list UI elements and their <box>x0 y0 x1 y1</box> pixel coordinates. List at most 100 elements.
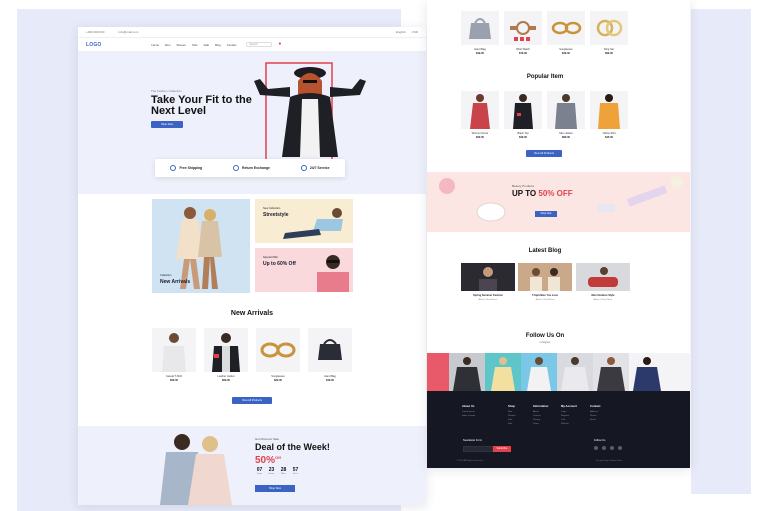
cart-icon[interactable]: ● <box>278 42 283 47</box>
nav-item[interactable]: Contact <box>227 43 237 47</box>
nav-item[interactable]: Sale <box>204 43 210 47</box>
footer-col-contact: Contact Address Phone Email <box>590 404 600 423</box>
product-name: Hand Bag <box>324 375 336 378</box>
promo-shop-button[interactable]: Shop Now <box>535 211 557 217</box>
product-image <box>204 328 248 372</box>
product-image <box>504 11 542 45</box>
pinterest-icon[interactable] <box>618 446 622 450</box>
blog-card[interactable]: Men Outdoor Style Admin | Read More <box>576 263 630 301</box>
product-image <box>590 11 628 45</box>
arrivals-kicker: Collection <box>160 274 172 277</box>
instagram-photo[interactable] <box>557 353 593 391</box>
footer-link[interactable]: Wishlist <box>561 423 577 425</box>
product-name: Men Jacket <box>559 132 573 135</box>
instagram-photo[interactable] <box>665 353 690 391</box>
product-name: Ring Set <box>604 48 614 51</box>
sale-kicker: Special Offer <box>263 256 278 259</box>
twitter-icon[interactable] <box>602 446 606 450</box>
product-card[interactable]: Wrist Watch $79.00 <box>504 11 542 55</box>
banner-sale[interactable]: Special Offer Up to 60% Off <box>255 248 353 292</box>
nav-item[interactable]: Blog <box>215 43 221 47</box>
nav-item[interactable]: Men <box>165 43 170 47</box>
product-name: Sunglasses <box>271 375 285 378</box>
blog-image <box>461 263 515 291</box>
product-card[interactable]: Hand Bag $49.00 <box>308 328 352 382</box>
footer-heading: My Account <box>561 404 577 408</box>
footer-link[interactable]: Register <box>561 415 577 417</box>
instagram-photo[interactable] <box>485 353 521 391</box>
blog-card[interactable]: 5 Sprinkles You Love Admin | Read More <box>518 263 572 301</box>
product-image <box>308 328 352 372</box>
product-card[interactable]: Men Jacket $89.00 <box>547 91 585 139</box>
product-card[interactable]: Black Top $39.00 <box>504 91 542 139</box>
footer-link[interactable]: Sale <box>508 423 516 425</box>
product-image <box>547 11 585 45</box>
footer-link[interactable]: Cart <box>561 419 577 421</box>
nav-item[interactable]: Kids <box>192 43 197 47</box>
product-card[interactable]: Ring Set $99.00 <box>590 11 628 55</box>
banner-new-arrivals[interactable]: Collection New Arrivals <box>152 199 250 293</box>
view-popular-button[interactable]: View All Products <box>526 150 562 157</box>
instagram-photo[interactable] <box>449 353 485 391</box>
newsletter-label: Newsletter Form <box>463 439 483 442</box>
footer-link: Email <box>590 419 596 421</box>
product-card[interactable]: Women Dress $59.00 <box>461 91 499 139</box>
timer-secs: 57 Secs <box>292 467 299 475</box>
instagram-photo[interactable] <box>593 353 629 391</box>
nav-menu: Home Men Women Kids Sale Blog Contact <box>152 43 237 47</box>
product-name: Women Dress <box>471 132 489 135</box>
currency-select[interactable]: USD <box>412 30 418 34</box>
feature-support: 24/7 Service <box>300 165 329 171</box>
search-input[interactable]: Search <box>246 42 273 47</box>
newsletter-email-input[interactable] <box>463 446 493 452</box>
street-title: Streetstyle <box>263 212 289 218</box>
promo-banner[interactable] <box>427 172 690 232</box>
feature-label: Free Shipping <box>179 166 203 170</box>
product-price: $49.00 <box>476 52 484 55</box>
product-price: $29.00 <box>562 52 570 55</box>
instagram-photo[interactable] <box>521 353 557 391</box>
product-card[interactable]: Casual T-Shirt $59.00 <box>152 328 196 382</box>
footer-link[interactable]: Kids <box>508 419 516 421</box>
language-select[interactable]: English <box>396 30 406 34</box>
footer-link[interactable]: Men <box>508 411 516 413</box>
footer-link[interactable]: Privacy <box>533 419 548 421</box>
product-card[interactable]: Sunglasses $29.00 <box>256 328 300 382</box>
background-panel-right <box>691 9 751 494</box>
product-card[interactable]: Hand Bag $49.00 <box>461 11 499 55</box>
nav-item[interactable]: Women <box>176 43 186 47</box>
footer-link[interactable]: Women <box>508 415 516 417</box>
footer-link: Phone <box>590 415 597 417</box>
product-card[interactable]: Yellow Shirt $45.00 <box>590 91 628 139</box>
footer-link[interactable]: About <box>533 411 548 413</box>
nav-item[interactable]: Home <box>152 43 159 47</box>
truck-icon <box>170 165 177 171</box>
timer-mins: 28 Mins <box>280 467 287 475</box>
product-image <box>256 328 300 372</box>
hero-shop-button[interactable]: Shop Now <box>151 121 183 128</box>
site-logo[interactable]: LOGO <box>86 42 102 48</box>
product-name: Black Top <box>517 132 529 135</box>
product-name: Casual T-Shirt <box>165 375 183 378</box>
footer-link[interactable]: Contact <box>533 415 548 417</box>
main-nav: LOGO Home Men Women Kids Sale Blog Conta… <box>78 38 426 52</box>
arrivals-title: New Arrivals <box>160 279 191 285</box>
instagram-photo[interactable] <box>629 353 665 391</box>
deal-shop-button[interactable]: Shop Now <box>255 485 295 492</box>
blog-card[interactable]: Spring Summer Fashion Admin | Read More <box>461 263 515 301</box>
blog-post-title: 5 Sprinkles You Love <box>532 294 558 297</box>
footer-link[interactable]: Login <box>561 411 577 413</box>
product-card[interactable]: Leather Jacket $69.00 <box>204 328 248 382</box>
instagram-photo[interactable] <box>427 353 449 391</box>
banner-streetstyle[interactable]: New Collection Streetstyle <box>255 199 353 243</box>
view-all-products-button[interactable]: View All Products <box>232 397 272 404</box>
facebook-icon[interactable] <box>594 446 598 450</box>
phone-text: +000 000 000 <box>86 30 105 34</box>
product-card[interactable]: Sunglasses $29.00 <box>547 11 585 55</box>
footer-heading: Information <box>533 404 549 408</box>
instagram-icon[interactable] <box>610 446 614 450</box>
product-price: $79.00 <box>519 52 527 55</box>
newsletter-subscribe-button[interactable]: Subscribe <box>493 446 511 452</box>
copyright-text: © 2020 All Rights Reserved <box>456 460 483 462</box>
footer-link[interactable]: Terms <box>533 423 548 425</box>
